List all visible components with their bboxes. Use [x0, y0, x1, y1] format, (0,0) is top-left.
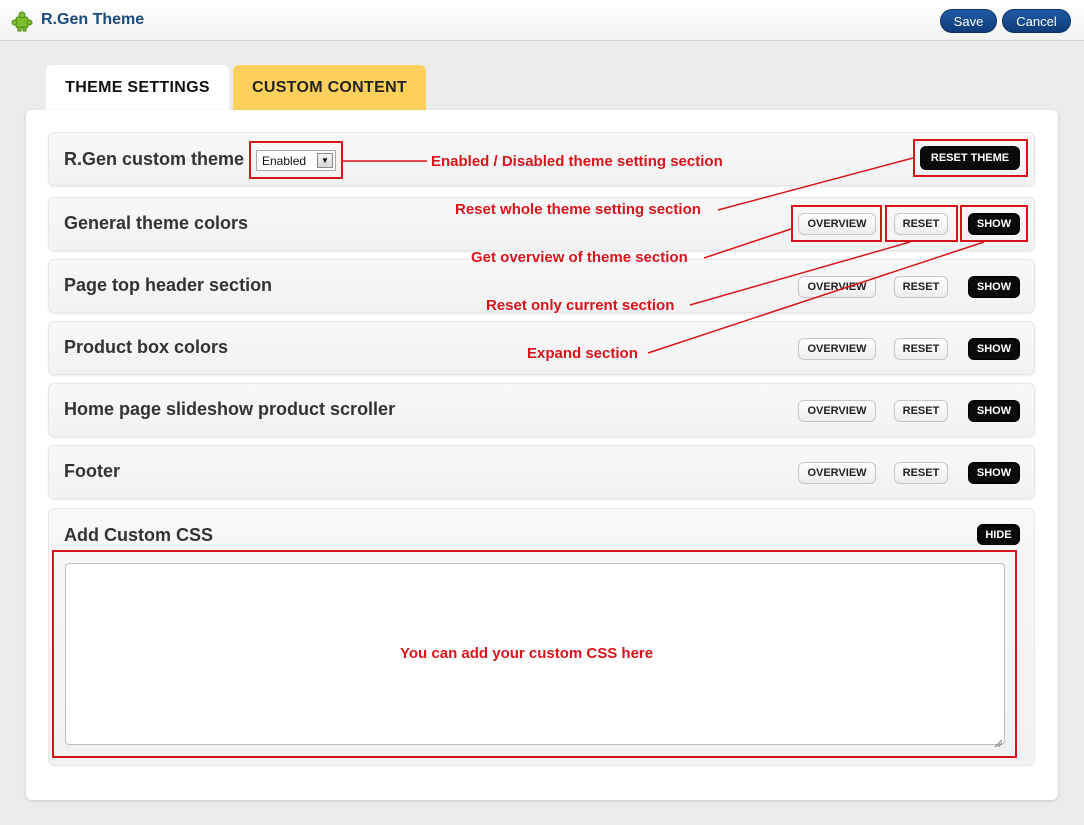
- annotation-overview: Get overview of theme section: [471, 249, 688, 266]
- annotation-reset-current: Reset only current section: [486, 297, 675, 314]
- annotation-expand: Expand section: [527, 345, 638, 362]
- annotation-lines: [343, 157, 985, 354]
- annotation-enabled-disabled: Enabled / Disabled theme setting section: [431, 153, 723, 170]
- annotation-reset-whole: Reset whole theme setting section: [455, 201, 701, 218]
- annotation-custom-css: You can add your custom CSS here: [400, 645, 654, 662]
